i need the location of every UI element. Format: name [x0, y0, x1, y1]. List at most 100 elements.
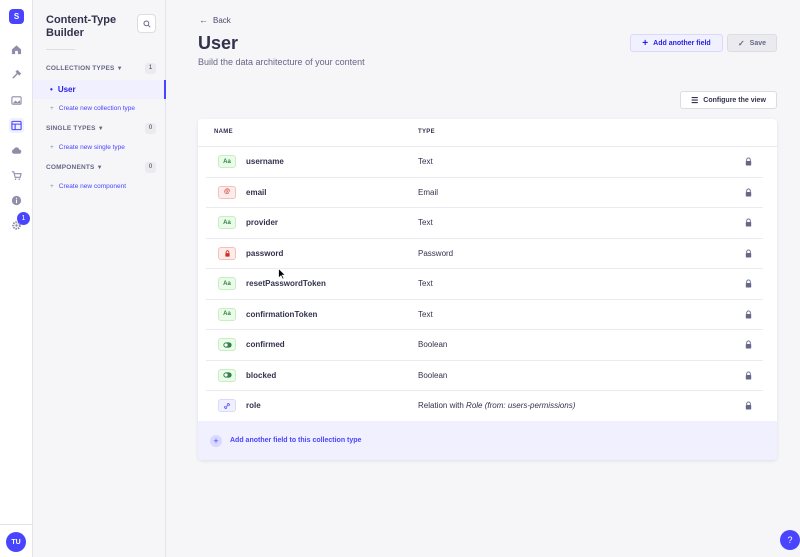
- field-name: resetPasswordToken: [246, 279, 326, 288]
- section-label: SINGLE TYPES: [46, 124, 96, 132]
- plus-icon: +: [642, 37, 649, 49]
- lock-icon: [745, 340, 752, 349]
- field-type: Boolean: [418, 370, 448, 380]
- strapi-logo[interactable]: S: [9, 9, 24, 24]
- table-row[interactable]: blocked Boolean: [198, 361, 777, 391]
- plus-icon: +: [50, 183, 54, 190]
- section-count: 0: [145, 122, 156, 134]
- lock-icon: [745, 279, 752, 288]
- field-type: Text: [418, 157, 433, 166]
- configure-view-button[interactable]: ☰ Configure the view: [680, 91, 777, 109]
- info-icon[interactable]: [9, 193, 24, 208]
- rail-divider: [0, 524, 33, 525]
- sidebar-item-user[interactable]: • User: [33, 80, 166, 99]
- back-label: Back: [213, 15, 231, 25]
- field-name: email: [246, 187, 267, 197]
- user-avatar[interactable]: TU: [6, 532, 26, 552]
- lock-icon: [745, 309, 752, 319]
- field-name: username: [246, 157, 284, 166]
- text-icon: Aa: [218, 155, 236, 168]
- field-name: password: [246, 248, 284, 258]
- subnav-divider: [46, 49, 75, 50]
- field-type: Password: [418, 248, 454, 258]
- plus-icon: +: [50, 105, 54, 112]
- sidebar-item-label: User: [57, 85, 76, 94]
- plus-circle-icon: +: [210, 434, 222, 447]
- caret-down-icon: ▼: [97, 125, 104, 132]
- section-label: COMPONENTS: [46, 163, 95, 171]
- configure-label: Configure the view: [703, 96, 766, 104]
- table-row[interactable]: confirmed Boolean: [198, 330, 777, 361]
- table-row[interactable]: role Relation with Role (from: users-per…: [198, 391, 777, 422]
- page-title: User: [198, 33, 239, 53]
- password-icon: [218, 246, 236, 260]
- create-component-link[interactable]: + Create new component: [50, 183, 126, 190]
- caret-down-icon: ▼: [96, 164, 103, 171]
- section-collection-types[interactable]: COLLECTION TYPES ▼ 1: [46, 62, 156, 74]
- column-header-name: NAME: [214, 129, 233, 135]
- cloud-icon[interactable]: [9, 143, 24, 158]
- fields-table: NAME TYPE Aa username Text @ email Email…: [198, 119, 777, 460]
- search-button[interactable]: [137, 14, 156, 33]
- plus-icon: +: [50, 144, 54, 151]
- home-icon[interactable]: [9, 42, 24, 57]
- table-row[interactable]: @ email Email: [198, 178, 777, 208]
- lock-icon: [745, 248, 752, 258]
- create-collection-type-link[interactable]: + Create new collection type: [50, 105, 135, 112]
- relation-target: Role (from: users-permissions): [466, 401, 576, 410]
- create-component-label: Create new component: [58, 183, 127, 190]
- content-type-builder-icon[interactable]: [9, 118, 24, 133]
- lock-icon: [745, 370, 752, 380]
- save-label: Save: [749, 39, 767, 47]
- section-single-types[interactable]: SINGLE TYPES ▼ 0: [46, 122, 156, 134]
- create-single-type-label: Create new single type: [58, 144, 125, 151]
- create-collection-type-label: Create new collection type: [58, 105, 136, 112]
- field-type: Text: [418, 218, 433, 227]
- content-manager-icon[interactable]: [9, 67, 24, 82]
- bullet-icon: •: [50, 85, 53, 94]
- field-name: role: [246, 401, 261, 410]
- section-count: 0: [145, 161, 156, 173]
- media-library-icon[interactable]: [9, 93, 24, 108]
- content-type-builder-subnav: Content-Type Builder COLLECTION TYPES ▼ 1…: [33, 0, 166, 557]
- arrow-left-icon: ←: [199, 15, 208, 25]
- text-icon: Aa: [218, 307, 236, 321]
- check-icon: ✓: [737, 38, 745, 48]
- marketplace-icon[interactable]: [9, 168, 24, 183]
- field-name: confirmed: [246, 340, 285, 349]
- add-another-field-button[interactable]: + Add another field: [630, 34, 723, 52]
- field-name: blocked: [246, 370, 277, 380]
- section-components[interactable]: COMPONENTS ▼ 0: [46, 161, 156, 173]
- main-nav-rail: S 1 TU: [0, 0, 33, 557]
- field-type: Boolean: [418, 340, 448, 349]
- back-link[interactable]: ← Back: [199, 15, 231, 25]
- text-icon: Aa: [218, 216, 236, 229]
- page-subtitle: Build the data architecture of your cont…: [198, 57, 365, 67]
- save-button[interactable]: ✓ Save: [727, 34, 777, 52]
- section-label: COLLECTION TYPES: [46, 64, 115, 72]
- table-row[interactable]: Aa provider Text: [198, 208, 777, 239]
- lock-icon: [745, 157, 752, 166]
- field-name: provider: [246, 218, 279, 227]
- field-type: Text: [418, 279, 433, 288]
- mouse-cursor-icon: [278, 268, 286, 280]
- search-icon: [142, 19, 151, 28]
- table-row[interactable]: Aa username Text: [198, 147, 777, 178]
- list-settings-icon: ☰: [691, 95, 699, 105]
- lock-icon: [745, 218, 752, 227]
- table-header: NAME TYPE: [198, 119, 777, 147]
- boolean-icon: [218, 338, 236, 351]
- create-single-type-link[interactable]: + Create new single type: [50, 144, 125, 151]
- add-field-footer-label: Add another field to this collection typ…: [230, 437, 362, 444]
- caret-down-icon: ▼: [116, 65, 123, 72]
- add-field-to-collection-button[interactable]: + Add another field to this collection t…: [198, 421, 777, 460]
- field-name: confirmationToken: [246, 309, 318, 319]
- settings-notification-badge: 1: [17, 212, 30, 225]
- help-button[interactable]: ?: [780, 530, 800, 550]
- lock-icon: [745, 401, 752, 410]
- field-type: Text: [418, 309, 433, 319]
- table-row[interactable]: Aa confirmationToken Text: [198, 300, 777, 330]
- boolean-icon: [218, 368, 236, 382]
- main-content: ← Back User Build the data architecture …: [166, 0, 800, 557]
- table-row[interactable]: password Password: [198, 239, 777, 269]
